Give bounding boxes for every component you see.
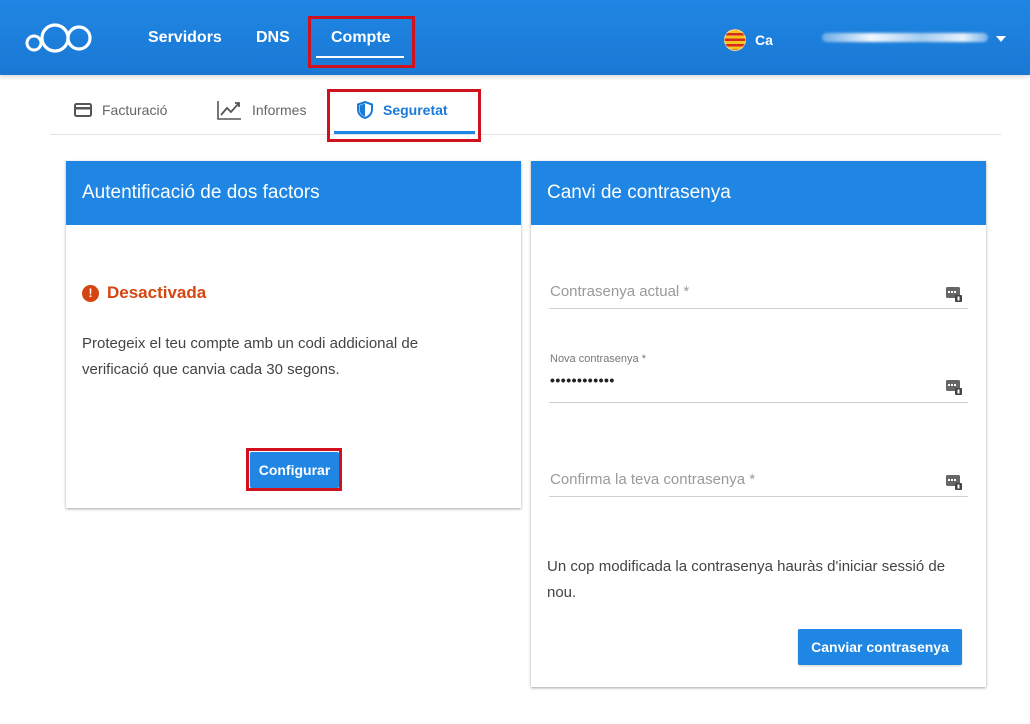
change-password-button[interactable]: Canviar contrasenya bbox=[798, 629, 962, 665]
nav-servidors[interactable]: Servidors bbox=[148, 29, 222, 47]
line-chart-icon bbox=[217, 101, 241, 120]
configure-button[interactable]: Configurar bbox=[250, 452, 339, 488]
nav-compte[interactable]: Compte bbox=[331, 29, 391, 47]
tab-label: Informes bbox=[252, 102, 307, 118]
language-label: Ca bbox=[755, 32, 773, 48]
two-factor-title: Autentificació de dos factors bbox=[66, 161, 521, 225]
field-underline bbox=[549, 308, 968, 309]
password-note: Un cop modificada la contrasenya hauràs … bbox=[547, 558, 946, 601]
two-factor-status: ! Desactivada bbox=[82, 283, 206, 303]
password-card: Canvi de contrasenya Contrasenya actual … bbox=[531, 161, 986, 687]
field-underline bbox=[549, 402, 968, 403]
two-factor-description: Protegeix el teu compte amb un codi addi… bbox=[82, 335, 419, 378]
current-password-placeholder: Contrasenya actual * bbox=[550, 283, 690, 300]
password-key-icon[interactable] bbox=[946, 474, 962, 490]
chevron-down-icon[interactable] bbox=[996, 36, 1006, 42]
password-key-icon[interactable] bbox=[946, 379, 962, 395]
language-selector[interactable]: Ca bbox=[724, 29, 773, 51]
tab-seguretat[interactable]: Seguretat bbox=[357, 99, 448, 121]
tabs-divider bbox=[50, 134, 1001, 135]
tab-label: Facturació bbox=[102, 102, 168, 118]
alert-circle-icon: ! bbox=[82, 284, 99, 302]
tab-facturacio[interactable]: Facturació bbox=[74, 99, 167, 121]
tab-label: Seguretat bbox=[383, 102, 448, 118]
logo-icon[interactable] bbox=[25, 21, 93, 55]
new-password-label: Nova contrasenya * bbox=[550, 353, 646, 365]
field-underline bbox=[549, 496, 968, 497]
status-label: Desactivada bbox=[107, 283, 207, 302]
two-factor-card: Autentificació de dos factors ! Desactiv… bbox=[66, 161, 521, 508]
confirm-password-field[interactable]: Confirma la teva contrasenya * bbox=[549, 467, 968, 499]
current-password-field[interactable]: Contrasenya actual * bbox=[549, 279, 968, 311]
tab-informes[interactable]: Informes bbox=[217, 99, 306, 121]
catalan-flag-icon bbox=[724, 29, 746, 51]
new-password-field[interactable]: Nova contrasenya * •••••••••••• bbox=[549, 351, 968, 405]
nav-dns[interactable]: DNS bbox=[256, 29, 290, 47]
shield-icon bbox=[357, 101, 373, 119]
password-title: Canvi de contrasenya bbox=[531, 161, 986, 225]
password-key-icon[interactable] bbox=[946, 286, 962, 302]
user-name-redacted[interactable] bbox=[822, 33, 988, 42]
credit-card-icon bbox=[74, 103, 92, 117]
nav-active-indicator bbox=[316, 56, 404, 58]
confirm-password-placeholder: Confirma la teva contrasenya * bbox=[550, 471, 756, 488]
new-password-value: •••••••••••• bbox=[550, 372, 615, 388]
top-navbar: Servidors DNS Compte Ca bbox=[0, 0, 1030, 75]
